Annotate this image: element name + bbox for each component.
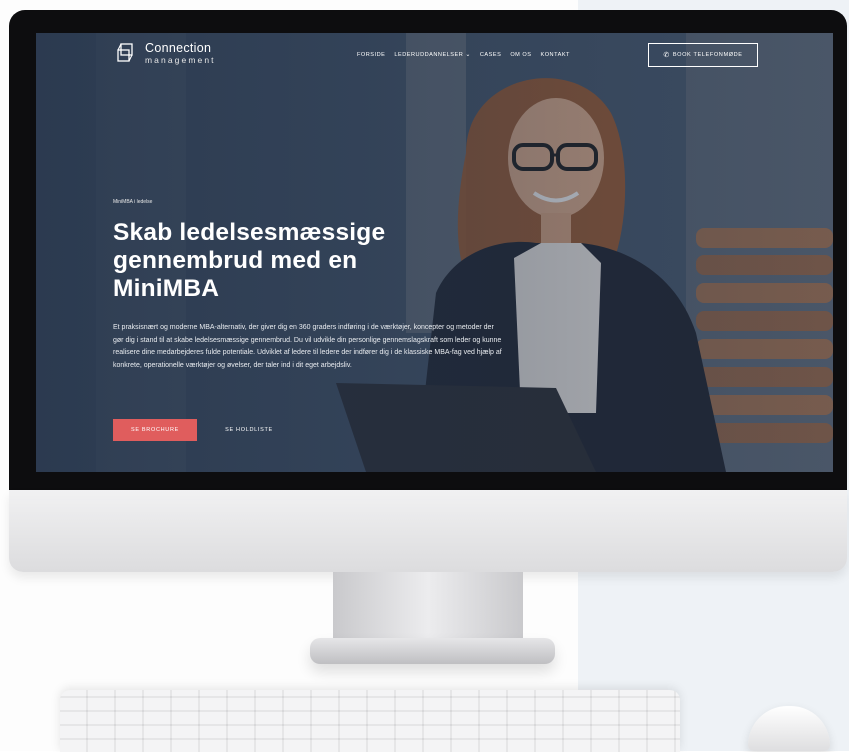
logo-text: Connection management	[145, 42, 216, 64]
monitor-stand-base	[310, 638, 555, 664]
see-holdliste-button[interactable]: SE HOLDLISTE	[214, 419, 284, 441]
phone-icon: ✆	[663, 52, 670, 59]
nav-item-om-os[interactable]: OM OS	[510, 51, 531, 58]
monitor-chin	[9, 490, 847, 572]
monitor-stand-neck	[333, 572, 523, 647]
hero-title: Skab ledelsesmæssige gennembrud med en M…	[113, 219, 386, 302]
nav-item-kontakt[interactable]: KONTAKT	[540, 51, 570, 58]
book-call-label: BOOK TELEFONMØDE	[672, 52, 743, 58]
book-call-button[interactable]: ✆ BOOK TELEFONMØDE	[648, 43, 758, 67]
brand-subname: management	[145, 54, 216, 65]
see-brochure-button[interactable]: SE BROCHURE	[113, 419, 197, 441]
cube-outline-icon	[117, 43, 133, 62]
website-screen: Connection management FORSIDE LEDERUDDAN…	[36, 33, 833, 472]
chevron-down-icon: ⌄	[465, 52, 471, 58]
hero-description: Et praksisnært og moderne MBA-alternativ…	[113, 324, 502, 369]
nav-item-cases[interactable]: CASES	[480, 51, 501, 58]
nav-item-forside[interactable]: FORSIDE	[357, 51, 385, 58]
nav-item-lederuddannelser[interactable]: LEDERUDDANNELSER ⌄	[394, 51, 471, 59]
logo[interactable]: Connection management	[116, 42, 216, 64]
keyboard	[60, 690, 680, 752]
main-nav: FORSIDE LEDERUDDANNELSER ⌄ CASES OM OS KO…	[357, 51, 570, 59]
hero-eyebrow: MiniMBA i ledelse	[113, 199, 153, 205]
brand-name: Connection	[145, 41, 212, 55]
